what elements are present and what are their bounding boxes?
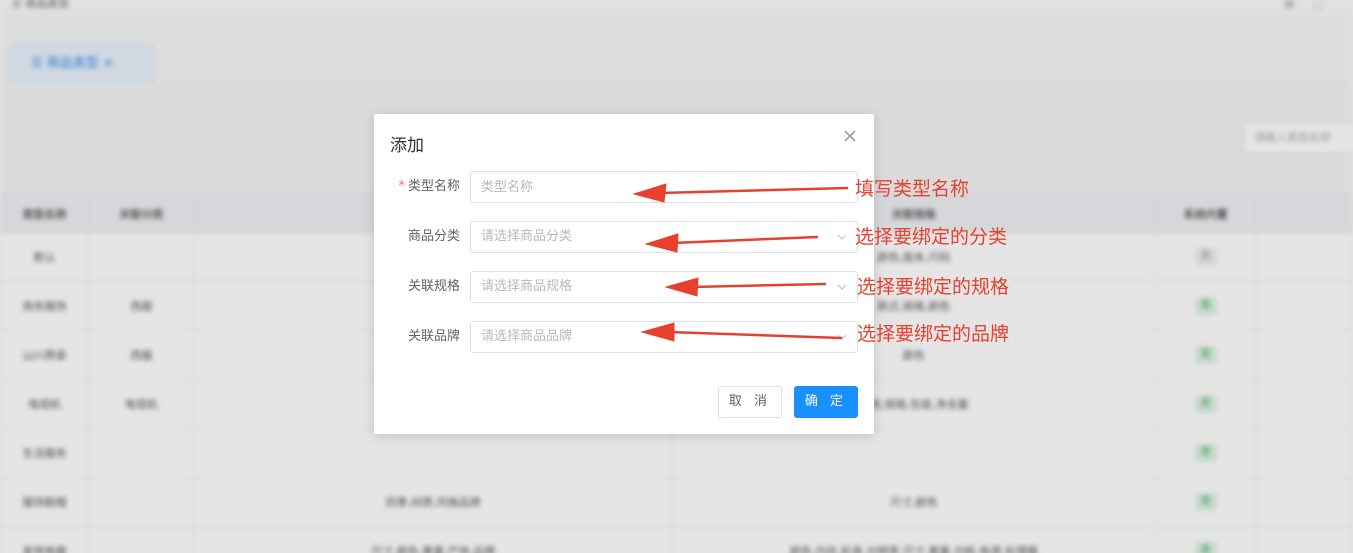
annotation-type-name: 填写类型名称	[855, 178, 970, 200]
type-name-input[interactable]	[470, 171, 858, 203]
brand-label: 关联品牌	[407, 329, 460, 344]
category-select[interactable]: 请选择商品分类	[470, 221, 858, 253]
add-type-dialog: 添加 *类型名称 商品分类 请选择商品分类 关联规格 请选择商品规格 关联品牌 …	[374, 114, 874, 434]
category-placeholder: 请选择商品分类	[481, 229, 573, 244]
close-icon[interactable]	[842, 128, 858, 144]
brand-select[interactable]: 请选择商品品牌	[470, 321, 858, 353]
type-name-label-text: 类型名称	[407, 179, 460, 194]
category-label: 商品分类	[407, 229, 460, 244]
chevron-down-icon	[837, 334, 847, 340]
spec-placeholder: 请选择商品规格	[481, 279, 573, 294]
spec-select[interactable]: 请选择商品规格	[470, 271, 858, 303]
dialog-title: 添加	[390, 136, 424, 156]
cancel-button[interactable]: 取 消	[718, 386, 782, 418]
spec-label: 关联规格	[407, 279, 460, 294]
form-row-category: 商品分类 请选择商品分类	[374, 221, 874, 253]
confirm-button[interactable]: 确 定	[794, 386, 858, 418]
form-row-type-name: * 类型名称	[374, 171, 874, 203]
form-row-spec: 关联规格 请选择商品规格	[374, 271, 874, 303]
chevron-down-icon	[837, 284, 847, 290]
chevron-down-icon	[837, 234, 847, 240]
brand-placeholder: 请选择商品品牌	[481, 329, 573, 344]
form-row-brand: 关联品牌 请选择商品品牌	[374, 321, 874, 353]
required-mark: *	[398, 179, 405, 194]
type-name-label: * 类型名称	[398, 171, 460, 203]
annotation-category: 选择要绑定的分类	[855, 226, 1008, 248]
annotation-brand: 选择要绑定的品牌	[857, 323, 1010, 345]
annotation-spec: 选择要绑定的规格	[857, 276, 1010, 298]
